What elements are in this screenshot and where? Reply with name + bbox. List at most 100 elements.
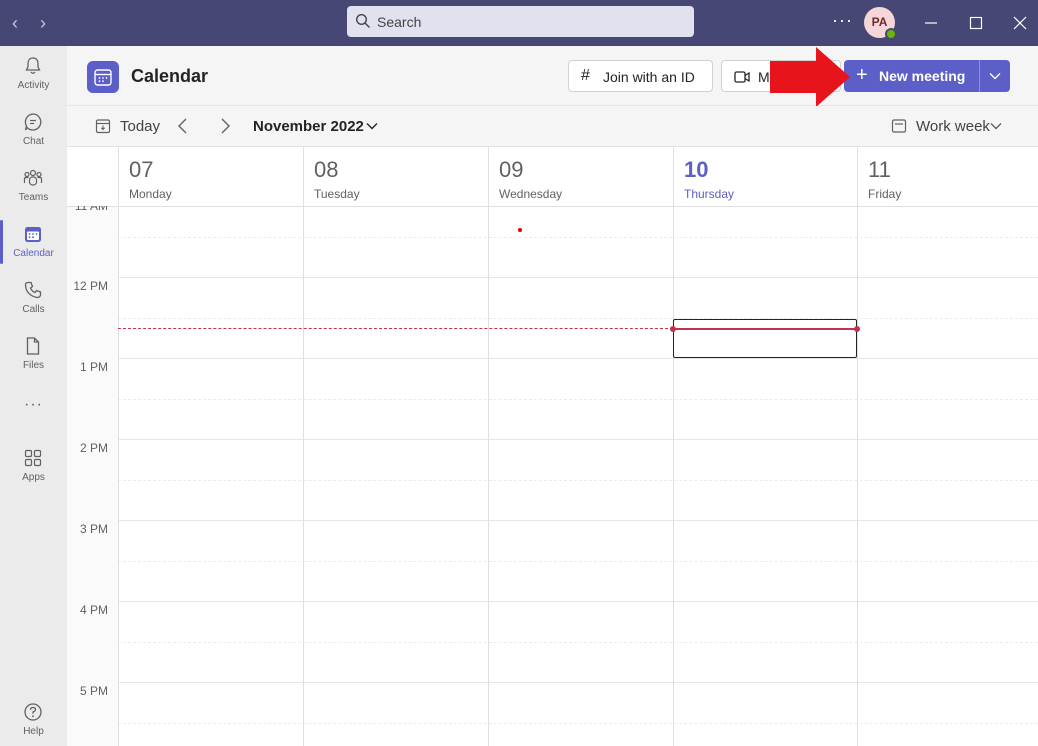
rail-item-calls[interactable]: Calls xyxy=(0,270,67,326)
hour-line xyxy=(118,277,1038,278)
day-header-friday[interactable]: 11 Friday xyxy=(857,147,1038,207)
presence-available-icon xyxy=(885,28,897,40)
column-divider xyxy=(118,147,119,746)
calendar-icon xyxy=(25,227,41,242)
time-label: 3 PM xyxy=(79,522,108,536)
selected-time-slot[interactable] xyxy=(673,319,857,358)
rail-item-label: Activity xyxy=(17,80,50,91)
more-options-icon[interactable]: ··· xyxy=(832,10,853,31)
join-with-id-button[interactable]: # Join with an ID xyxy=(568,60,713,92)
next-week-icon[interactable] xyxy=(217,117,233,135)
day-name: Tuesday xyxy=(314,187,360,201)
page-title: Calendar xyxy=(131,66,209,86)
marker-dot xyxy=(518,228,522,232)
teams-icon xyxy=(23,169,43,186)
current-time-line-today xyxy=(673,328,857,330)
column-divider xyxy=(488,147,489,746)
day-number: 07 xyxy=(129,157,154,182)
work-week-dropdown[interactable]: Work week xyxy=(916,118,990,135)
half-hour-line xyxy=(118,642,1038,643)
forward-arrow-icon[interactable]: › xyxy=(40,13,46,34)
minimize-icon[interactable] xyxy=(920,12,942,34)
rail-item-label: Chat xyxy=(22,136,45,147)
video-camera-icon xyxy=(734,71,750,83)
rail-item-apps[interactable]: Apps xyxy=(0,438,67,494)
previous-week-icon[interactable] xyxy=(175,117,191,135)
day-name: Monday xyxy=(129,187,172,201)
column-divider xyxy=(303,147,304,746)
hour-line xyxy=(118,358,1038,359)
hash-icon: # xyxy=(581,67,590,84)
current-time-dot xyxy=(670,326,676,332)
day-header-tuesday[interactable]: 08 Tuesday xyxy=(303,147,488,207)
current-time-line xyxy=(118,328,673,329)
calendar-grid: 07 Monday 08 Tuesday 09 Wednesday 10 Thu… xyxy=(67,146,1038,746)
calendar-toolbar: Today November 2022 Work week xyxy=(67,106,1038,146)
avatar[interactable]: PA xyxy=(864,7,897,40)
rail-more-apps-icon[interactable]: ··· xyxy=(0,396,67,414)
search-placeholder: Search xyxy=(377,14,422,30)
hour-line xyxy=(118,520,1038,521)
close-icon[interactable] xyxy=(1009,12,1031,34)
time-label: 5 PM xyxy=(79,684,108,698)
hour-line xyxy=(118,601,1038,602)
rail-item-label: Help xyxy=(23,726,44,737)
calendar-icon xyxy=(94,69,112,86)
column-divider xyxy=(857,147,858,746)
day-header-wednesday[interactable]: 09 Wednesday xyxy=(488,147,673,207)
phone-icon xyxy=(24,281,42,299)
new-meeting-label: New meeting xyxy=(879,68,966,84)
chevron-down-icon[interactable] xyxy=(989,120,1003,132)
apps-icon xyxy=(24,449,42,467)
rail-item-teams[interactable]: Teams xyxy=(0,158,67,214)
time-label: 4 PM xyxy=(79,603,108,617)
column-divider xyxy=(673,147,674,746)
day-header-thursday[interactable]: 10 Thursday xyxy=(673,147,857,207)
rail-item-activity[interactable]: Activity xyxy=(0,46,67,102)
time-column: 11 AM 12 PM 1 PM 2 PM 3 PM 4 PM 5 PM xyxy=(67,206,118,746)
rail-item-chat[interactable]: Chat xyxy=(0,102,67,158)
day-name: Thursday xyxy=(684,187,735,201)
rail-item-label: Files xyxy=(22,360,45,371)
maximize-icon[interactable] xyxy=(965,12,987,34)
app-rail: Activity Chat Teams Calendar Calls Files… xyxy=(0,46,67,746)
search-icon xyxy=(355,13,370,28)
time-label: 1 PM xyxy=(79,360,108,374)
avatar-initials: PA xyxy=(871,15,888,29)
month-picker[interactable]: November 2022 xyxy=(253,118,364,135)
half-hour-line xyxy=(118,318,1038,319)
title-bar: ‹ › Search ··· PA xyxy=(0,0,1038,46)
join-with-id-label: Join with an ID xyxy=(603,69,695,85)
current-time-dot xyxy=(854,326,860,332)
hour-line xyxy=(118,682,1038,683)
new-meeting-dropdown-button[interactable] xyxy=(979,60,1010,92)
rail-item-help[interactable]: Help xyxy=(0,692,67,746)
rail-item-label: Calendar xyxy=(13,248,54,259)
half-hour-line xyxy=(118,723,1038,724)
day-number: 11 xyxy=(868,157,891,182)
rail-item-label: Teams xyxy=(18,192,49,203)
search-input[interactable]: Search xyxy=(347,6,694,37)
chevron-down-icon[interactable] xyxy=(365,119,379,133)
today-icon[interactable] xyxy=(95,118,111,134)
rail-item-files[interactable]: Files xyxy=(0,326,67,382)
bell-icon xyxy=(25,57,41,74)
half-hour-line xyxy=(118,561,1038,562)
day-number: 09 xyxy=(499,157,524,182)
day-header-monday[interactable]: 07 Monday xyxy=(118,147,303,207)
time-label: 2 PM xyxy=(79,441,108,455)
rail-item-label: Apps xyxy=(22,472,45,483)
day-number: 10 xyxy=(684,157,709,182)
half-hour-line xyxy=(118,480,1038,481)
day-name: Friday xyxy=(868,187,902,201)
time-label: 11 AM xyxy=(74,199,108,213)
view-switcher-icon[interactable] xyxy=(891,118,907,134)
header-divider xyxy=(67,206,1038,207)
day-number: 08 xyxy=(314,157,339,182)
chevron-down-icon xyxy=(989,73,1001,80)
today-button[interactable]: Today xyxy=(120,118,160,135)
rail-item-calendar[interactable]: Calendar xyxy=(0,214,67,270)
rail-item-label: Calls xyxy=(22,304,45,315)
back-arrow-icon[interactable]: ‹ xyxy=(12,13,18,34)
day-name: Wednesday xyxy=(499,187,563,201)
